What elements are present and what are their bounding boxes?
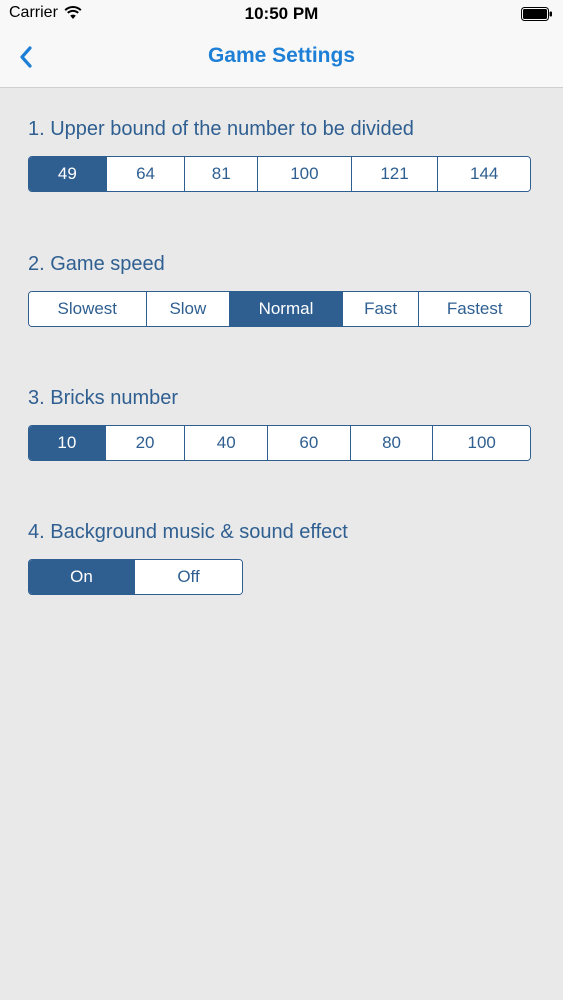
battery-icon	[521, 7, 552, 21]
upper-bound-segmented-control: 49 64 81 100 121 144	[28, 156, 531, 192]
segment-option[interactable]: 60	[268, 426, 351, 460]
segment-option[interactable]: On	[29, 560, 136, 594]
setting-game-speed: 2. Game speed Slowest Slow Normal Fast F…	[28, 250, 531, 327]
music-sound-segmented-control: On Off	[28, 559, 243, 595]
segment-option[interactable]: Fast	[342, 292, 420, 326]
segment-option[interactable]: 20	[105, 426, 186, 460]
segment-option[interactable]: Normal	[230, 292, 343, 326]
segment-option[interactable]: 80	[350, 426, 434, 460]
segment-option[interactable]: Slow	[146, 292, 231, 326]
status-bar: Carrier 10:50 PM	[0, 0, 563, 28]
segment-option[interactable]: 64	[106, 157, 186, 191]
segment-option[interactable]: 121	[351, 157, 439, 191]
segment-option[interactable]: 100	[433, 426, 530, 460]
segment-option[interactable]: 144	[438, 157, 530, 191]
section-title: 3. Bricks number	[28, 387, 179, 409]
setting-upper-bound: 1. Upper bound of the number to be divid…	[28, 115, 531, 192]
segment-option[interactable]: Fastest	[419, 292, 530, 326]
segment-option[interactable]: 49	[29, 157, 107, 191]
status-time: 10:50 PM	[244, 4, 319, 23]
segment-option[interactable]: 100	[258, 157, 352, 191]
section-title: 1. Upper bound of the number to be divid…	[28, 118, 414, 140]
setting-music-sound: 4. Background music & sound effect On Of…	[28, 518, 348, 595]
segment-option[interactable]: 10	[29, 426, 106, 460]
page-title: Game Settings	[207, 44, 356, 67]
segment-option[interactable]: Slowest	[29, 292, 147, 326]
game-speed-segmented-control: Slowest Slow Normal Fast Fastest	[28, 291, 531, 327]
section-title: 2. Game speed	[28, 253, 165, 275]
navigation-bar: Game Settings	[0, 28, 563, 88]
segment-option[interactable]: 81	[185, 157, 259, 191]
segment-option[interactable]: 40	[185, 426, 269, 460]
section-title: 4. Background music & sound effect	[28, 521, 348, 543]
setting-bricks-number: 3. Bricks number 10 20 40 60 80 100	[28, 384, 531, 461]
segment-option[interactable]: Off	[135, 560, 242, 594]
bricks-number-segmented-control: 10 20 40 60 80 100	[28, 425, 531, 461]
